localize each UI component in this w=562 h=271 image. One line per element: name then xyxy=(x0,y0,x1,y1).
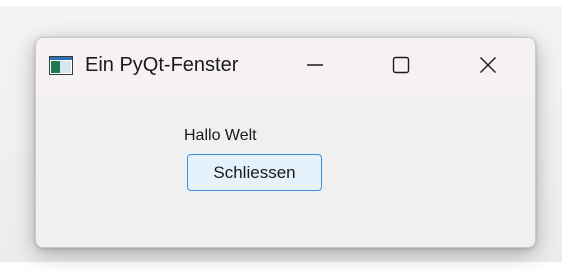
hello-label: Hallo Welt xyxy=(184,127,257,144)
maximize-button[interactable] xyxy=(379,50,423,84)
close-button[interactable] xyxy=(466,50,510,84)
minimize-icon xyxy=(306,56,324,79)
desktop-background: Ein PyQt-Fenster Hallo Welt Schliessen xyxy=(0,0,562,271)
app-window-icon xyxy=(49,56,73,75)
window-title: Ein PyQt-Fenster xyxy=(85,54,239,76)
title-bar[interactable]: Ein PyQt-Fenster xyxy=(36,38,535,96)
minimize-button[interactable] xyxy=(293,50,337,84)
close-window-button[interactable]: Schliessen xyxy=(187,154,322,191)
bottom-margin xyxy=(0,262,562,271)
app-window: Ein PyQt-Fenster Hallo Welt Schliessen xyxy=(35,37,536,248)
window-content: Hallo Welt Schliessen xyxy=(36,96,535,247)
close-icon xyxy=(479,56,497,79)
top-margin xyxy=(0,0,562,6)
maximize-icon xyxy=(392,56,410,79)
